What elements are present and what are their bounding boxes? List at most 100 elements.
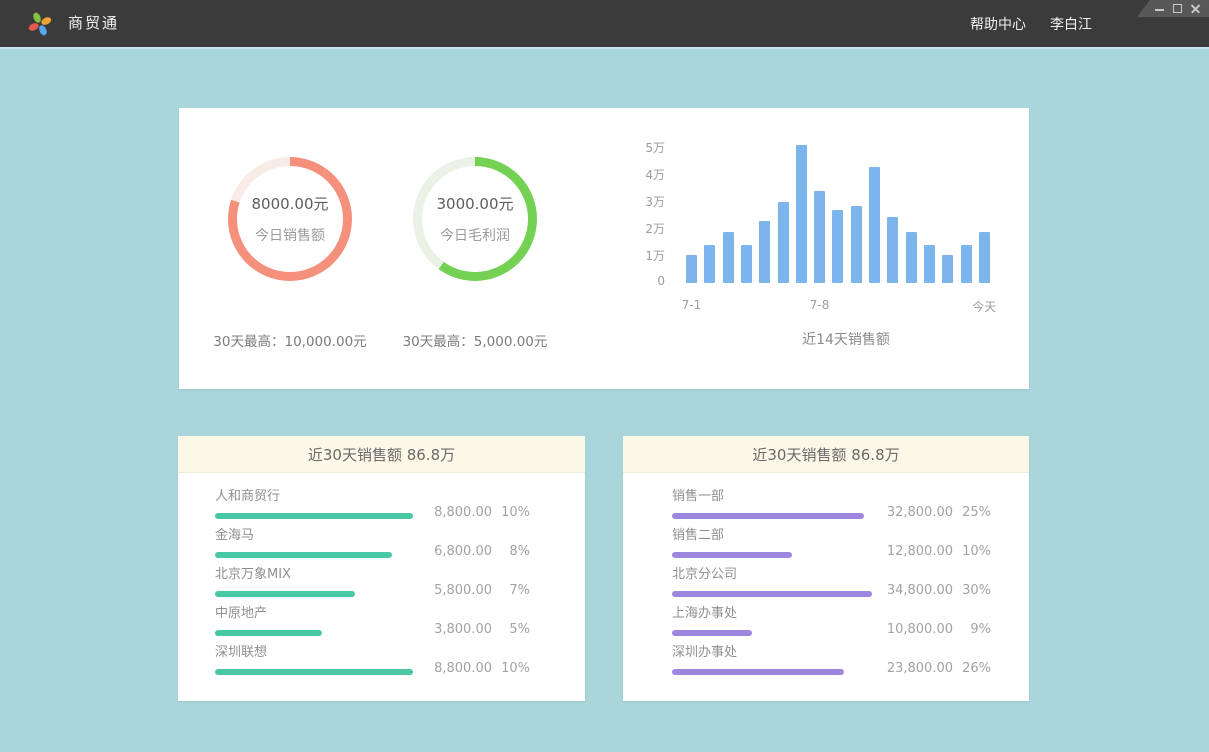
chart-bar xyxy=(723,232,734,283)
chart-bar xyxy=(887,217,898,283)
item-percent: 10% xyxy=(492,505,530,520)
item-label: 深圳联想 xyxy=(215,639,585,660)
list-item: 北京分公司34,800.0030% xyxy=(672,561,1029,600)
item-value: 34,800.0030% xyxy=(875,583,991,598)
item-amount: 32,800.00 xyxy=(875,505,953,520)
item-amount: 8,800.00 xyxy=(414,661,492,676)
item-amount: 23,800.00 xyxy=(875,661,953,676)
item-value: 8,800.0010% xyxy=(414,505,530,520)
list-item: 深圳联想8,800.0010% xyxy=(215,639,585,678)
item-label: 销售二部 xyxy=(672,522,1029,543)
chart-bar xyxy=(832,210,843,283)
y-axis-tick: 4万 xyxy=(609,166,665,183)
x-axis-tick: 今天 xyxy=(972,298,996,315)
y-axis-tick: 5万 xyxy=(609,139,665,156)
item-progress-bar xyxy=(672,630,752,636)
item-label: 金海马 xyxy=(215,522,585,543)
list-item: 深圳办事处23,800.0026% xyxy=(672,639,1029,678)
item-progress-bar xyxy=(215,513,413,519)
item-progress-bar xyxy=(215,630,322,636)
item-value: 6,800.008% xyxy=(414,544,530,559)
item-progress-bar xyxy=(672,669,844,675)
titlebar-divider xyxy=(0,47,1209,49)
item-amount: 12,800.00 xyxy=(875,544,953,559)
sales-bar-chart xyxy=(686,143,1002,283)
item-progress-bar xyxy=(215,591,355,597)
item-progress-bar xyxy=(672,591,872,597)
item-progress-bar xyxy=(215,552,392,558)
item-amount: 34,800.00 xyxy=(875,583,953,598)
titlebar-menu: 帮助中心 李白江 xyxy=(970,0,1092,47)
chart-bar xyxy=(778,202,789,283)
today-profit-gauge: 3000.00元 今日毛利润 xyxy=(413,157,537,281)
item-percent: 8% xyxy=(492,544,530,559)
list-item: 北京万象MIX5,800.007% xyxy=(215,561,585,600)
chart-title: 近14天销售额 xyxy=(726,329,966,349)
chart-bar xyxy=(924,245,935,283)
item-amount: 3,800.00 xyxy=(414,622,492,637)
chart-bar xyxy=(979,232,990,283)
item-amount: 8,800.00 xyxy=(414,505,492,520)
customer-ranking-list: 人和商贸行8,800.0010%金海马6,800.008%北京万象MIX5,80… xyxy=(178,473,585,678)
today-profit-caption: 今日毛利润 xyxy=(440,225,510,245)
item-progress-bar xyxy=(672,513,864,519)
title-bar: 商贸通 帮助中心 李白江 xyxy=(0,0,1209,47)
item-progress-bar xyxy=(215,669,413,675)
list-item: 上海办事处10,800.009% xyxy=(672,600,1029,639)
close-icon[interactable] xyxy=(1191,4,1200,13)
list-item: 人和商贸行8,800.0010% xyxy=(215,483,585,522)
app-title: 商贸通 xyxy=(68,0,119,47)
y-axis-tick: 2万 xyxy=(609,220,665,237)
chart-bar xyxy=(686,255,697,283)
item-percent: 10% xyxy=(953,544,991,559)
chart-bar xyxy=(759,221,770,283)
chart-bar xyxy=(961,245,972,283)
pinwheel-logo-icon xyxy=(27,11,53,37)
item-amount: 10,800.00 xyxy=(875,622,953,637)
y-axis-tick: 1万 xyxy=(609,247,665,264)
item-percent: 25% xyxy=(953,505,991,520)
item-amount: 6,800.00 xyxy=(414,544,492,559)
today-sales-value: 8000.00元 xyxy=(251,193,328,214)
help-center-link[interactable]: 帮助中心 xyxy=(970,14,1026,34)
chart-bar xyxy=(851,206,862,283)
chart-bar xyxy=(704,245,715,283)
item-percent: 9% xyxy=(953,622,991,637)
x-axis-tick: 7-8 xyxy=(810,298,830,312)
item-label: 销售一部 xyxy=(672,483,1029,504)
window-controls xyxy=(1137,0,1209,17)
department-ranking-title: 近30天销售额 86.8万 xyxy=(623,436,1029,473)
today-sales-gauge: 8000.00元 今日销售额 xyxy=(228,157,352,281)
item-value: 12,800.0010% xyxy=(875,544,991,559)
list-item: 销售二部12,800.0010% xyxy=(672,522,1029,561)
minimize-icon[interactable] xyxy=(1155,4,1164,13)
list-item: 金海马6,800.008% xyxy=(215,522,585,561)
item-label: 人和商贸行 xyxy=(215,483,585,504)
item-percent: 30% xyxy=(953,583,991,598)
item-value: 23,800.0026% xyxy=(875,661,991,676)
item-label: 北京分公司 xyxy=(672,561,1029,582)
today-profit-30day-max: 30天最高：5,000.00元 xyxy=(345,330,605,350)
customer-sales-ranking-card: 近30天销售额 86.8万 人和商贸行8,800.0010%金海马6,800.0… xyxy=(178,436,585,701)
chart-bar xyxy=(796,145,807,283)
today-profit-value: 3000.00元 xyxy=(436,193,513,214)
item-label: 中原地产 xyxy=(215,600,585,621)
list-item: 中原地产3,800.005% xyxy=(215,600,585,639)
item-label: 深圳办事处 xyxy=(672,639,1029,660)
user-name-link[interactable]: 李白江 xyxy=(1050,14,1092,34)
chart-bar xyxy=(869,167,880,283)
chart-bar xyxy=(906,232,917,283)
item-amount: 5,800.00 xyxy=(414,583,492,598)
item-value: 10,800.009% xyxy=(875,622,991,637)
maximize-icon[interactable] xyxy=(1173,4,1182,13)
item-percent: 26% xyxy=(953,661,991,676)
y-axis-tick: 3万 xyxy=(609,193,665,210)
item-progress-bar xyxy=(672,552,792,558)
item-value: 32,800.0025% xyxy=(875,505,991,520)
item-label: 上海办事处 xyxy=(672,600,1029,621)
chart-bar xyxy=(741,245,752,283)
item-percent: 10% xyxy=(492,661,530,676)
overview-card: 8000.00元 今日销售额 30天最高：10,000.00元 3000.00元… xyxy=(179,108,1029,389)
department-ranking-list: 销售一部32,800.0025%销售二部12,800.0010%北京分公司34,… xyxy=(623,473,1029,678)
item-percent: 5% xyxy=(492,622,530,637)
